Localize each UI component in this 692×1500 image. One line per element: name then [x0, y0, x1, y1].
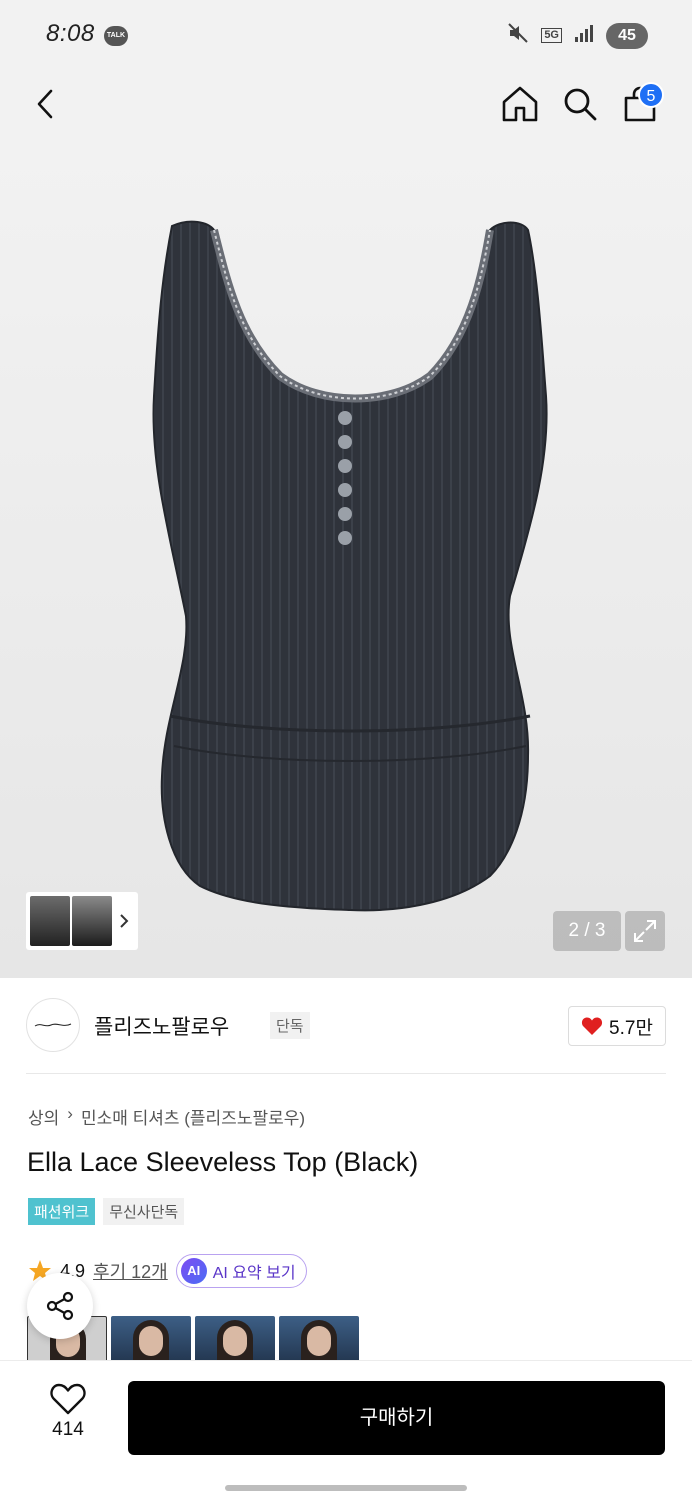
gallery-thumbnail[interactable] — [30, 896, 70, 946]
signal-icon — [574, 23, 594, 48]
review-photo[interactable] — [195, 1316, 275, 1364]
product-image — [152, 220, 548, 912]
exclusive-tag: 단독 — [270, 1012, 310, 1039]
search-icon — [564, 88, 597, 121]
cart-count-badge: 5 — [638, 82, 664, 108]
ai-summary-button[interactable]: AI AI 요약 보기 — [175, 1254, 307, 1288]
brand-like-button[interactable]: 5.7만 — [568, 1006, 666, 1046]
mute-icon — [507, 22, 529, 49]
heart-outline-icon — [50, 1383, 86, 1415]
cart-button[interactable]: 5 — [616, 80, 664, 128]
brand-name[interactable]: 플리즈노팔로우 — [94, 1011, 229, 1041]
top-navigation: 5 — [0, 72, 692, 226]
chevron-right-icon — [120, 914, 129, 928]
buy-button[interactable]: 구매하기 — [128, 1381, 665, 1455]
home-button[interactable] — [496, 80, 544, 128]
brand-logo[interactable] — [26, 998, 80, 1052]
musinsa-exclusive-tag: 무신사단독 — [103, 1198, 185, 1225]
divider — [26, 1073, 666, 1074]
search-button[interactable] — [556, 80, 604, 128]
ai-summary-label: AI 요약 보기 — [212, 1265, 296, 1282]
chevron-left-icon — [37, 89, 53, 119]
breadcrumb: 상의 › 민소매 티셔츠 (플리즈노팔로우) — [28, 1104, 305, 1129]
chevron-right-icon: › — [67, 1104, 73, 1123]
gallery-thumbnail[interactable] — [72, 896, 112, 946]
wishlist-button[interactable]: 414 — [30, 1383, 106, 1453]
gallery-page-indicator: 2 / 3 — [553, 911, 621, 951]
breadcrumb-item[interactable]: 상의 — [28, 1104, 59, 1129]
heart-filled-icon — [581, 1017, 603, 1035]
product-title: Ella Lace Sleeveless Top (Black) — [27, 1147, 419, 1177]
status-bar: 8:08 TALK 5G 45 — [0, 0, 692, 72]
status-time: 8:08 — [46, 20, 95, 47]
home-icon — [502, 86, 538, 122]
battery-indicator: 45 — [606, 22, 648, 49]
fashion-week-tag: 패션위크 — [28, 1198, 96, 1225]
share-button[interactable] — [27, 1273, 93, 1339]
product-tags: 패션위크 무신사단독 — [28, 1198, 185, 1225]
bottom-action-bar: 414 구매하기 — [0, 1360, 692, 1500]
brand-like-count: 5.7만 — [609, 1017, 653, 1039]
status-icons: 5G 45 — [507, 22, 648, 49]
wishlist-count: 414 — [52, 1419, 84, 1440]
brand-row: 플리즈노팔로우 단독 5.7만 — [26, 998, 666, 1052]
ai-icon: AI — [180, 1258, 207, 1284]
home-indicator[interactable] — [225, 1485, 467, 1491]
product-image-gallery[interactable]: 2 / 3 — [0, 136, 692, 978]
network-type-label: 5G — [541, 28, 562, 43]
talk-notification-icon: TALK — [104, 26, 128, 46]
expand-icon — [634, 920, 656, 942]
expand-image-button[interactable] — [625, 911, 665, 951]
gallery-thumbnail-strip[interactable] — [26, 892, 138, 950]
review-photo[interactable] — [111, 1316, 191, 1364]
back-button[interactable] — [22, 80, 70, 128]
review-photo[interactable] — [279, 1316, 359, 1364]
share-icon — [46, 1291, 74, 1321]
review-count-link[interactable]: 후기 12개 — [93, 1258, 168, 1284]
breadcrumb-item[interactable]: 민소매 티셔츠 (플리즈노팔로우) — [81, 1104, 305, 1129]
